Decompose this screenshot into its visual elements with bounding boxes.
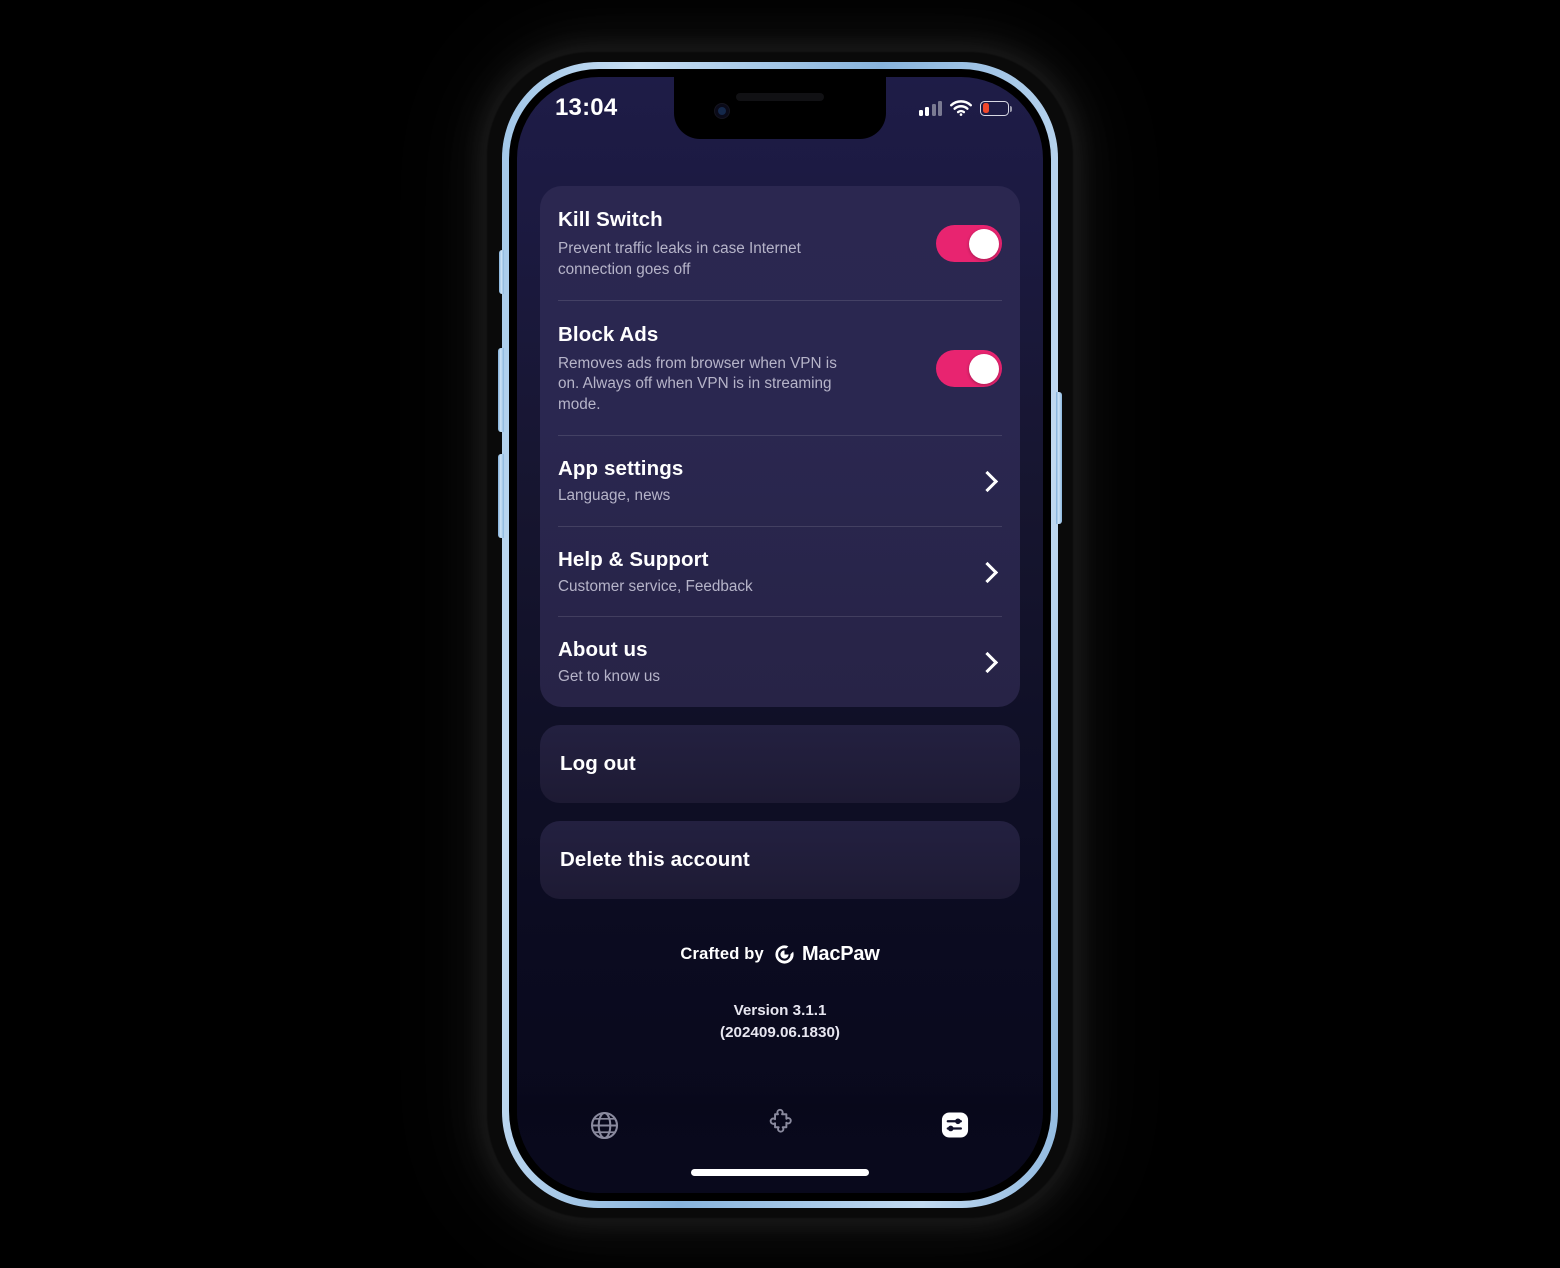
macpaw-brand: MacPaw bbox=[774, 943, 880, 966]
chevron-right-icon bbox=[976, 561, 999, 583]
crafted-by-macpaw: Crafted by MacPaw bbox=[540, 943, 1020, 966]
settings-row-help-support[interactable]: Help & Support Customer service, Feedbac… bbox=[558, 525, 1002, 617]
cellular-signal-icon bbox=[918, 100, 942, 116]
settings-card: Kill Switch Prevent traffic leaks in cas… bbox=[540, 186, 1020, 707]
settings-row-app-settings[interactable]: App settings Language, news bbox=[558, 435, 1002, 526]
chevron-right-icon bbox=[976, 652, 999, 674]
puzzle-icon bbox=[769, 1108, 792, 1133]
row-title: Block Ads bbox=[558, 322, 659, 346]
row-control bbox=[976, 652, 1002, 674]
row-subtitle: Language, news bbox=[558, 487, 671, 505]
sliders-icon bbox=[942, 1112, 969, 1138]
phone-screen: 13:04 Kill Switch Prevent traffic leaks … bbox=[517, 77, 1043, 1193]
macpaw-wordmark: MacPaw bbox=[801, 942, 880, 965]
version-number: Version 3.1.1 bbox=[733, 1001, 827, 1019]
front-camera bbox=[714, 103, 730, 119]
row-text: Help & Support Customer service, Feedbac… bbox=[558, 548, 980, 598]
app-version: Version 3.1.1 (202409.06.1830) bbox=[540, 1000, 1020, 1044]
settings-row-about-us[interactable]: About us Get to know us bbox=[558, 616, 1002, 707]
block-ads-toggle[interactable] bbox=[936, 350, 1002, 388]
tab-extensions[interactable] bbox=[692, 1099, 867, 1151]
volume-up-button[interactable] bbox=[498, 348, 504, 432]
status-bar-clock: 13:04 bbox=[555, 94, 618, 121]
delete-account-button[interactable]: Delete this account bbox=[540, 820, 1020, 899]
notch bbox=[674, 77, 886, 139]
row-text: Block Ads Removes ads from browser when … bbox=[558, 323, 936, 415]
row-subtitle: Customer service, Feedback bbox=[558, 577, 753, 595]
row-control bbox=[976, 561, 1002, 583]
settings-row-block-ads[interactable]: Block Ads Removes ads from browser when … bbox=[558, 299, 1002, 435]
row-control bbox=[936, 350, 1002, 388]
row-control bbox=[936, 225, 1002, 263]
version-build: (202409.06.1830) bbox=[720, 1023, 840, 1041]
earpiece-speaker bbox=[736, 93, 824, 101]
row-subtitle: Prevent traffic leaks in case Internet c… bbox=[558, 240, 801, 278]
row-text: About us Get to know us bbox=[558, 638, 980, 688]
status-bar-indicators bbox=[918, 100, 1012, 116]
chevron-right-icon bbox=[976, 471, 999, 493]
row-title: Help & Support bbox=[558, 547, 709, 571]
settings-row-kill-switch[interactable]: Kill Switch Prevent traffic leaks in cas… bbox=[558, 186, 1002, 300]
home-indicator[interactable] bbox=[691, 1169, 869, 1176]
delete-account-label: Delete this account bbox=[560, 847, 750, 871]
tab-settings[interactable] bbox=[868, 1099, 1043, 1151]
row-title: About us bbox=[558, 638, 648, 662]
phone-device: 13:04 Kill Switch Prevent traffic leaks … bbox=[498, 62, 1062, 1208]
tab-bar bbox=[517, 1081, 1043, 1193]
kill-switch-toggle[interactable] bbox=[936, 225, 1002, 263]
mute-switch-button[interactable] bbox=[499, 250, 504, 294]
globe-icon bbox=[591, 1111, 619, 1139]
row-control bbox=[976, 471, 1002, 493]
settings-screen: Kill Switch Prevent traffic leaks in cas… bbox=[517, 139, 1043, 1193]
row-text: Kill Switch Prevent traffic leaks in cas… bbox=[558, 208, 936, 280]
wifi-icon bbox=[950, 100, 972, 116]
volume-down-button[interactable] bbox=[498, 454, 504, 538]
row-title: App settings bbox=[558, 457, 684, 481]
row-title: Kill Switch bbox=[558, 208, 663, 231]
log-out-button[interactable]: Log out bbox=[540, 724, 1020, 803]
row-subtitle: Get to know us bbox=[558, 668, 661, 686]
macpaw-logo-icon bbox=[775, 945, 794, 964]
battery-low-icon bbox=[980, 100, 1012, 116]
row-text: App settings Language, news bbox=[558, 457, 980, 507]
crafted-by-label: Crafted by bbox=[680, 944, 764, 963]
row-subtitle: Removes ads from browser when VPN is on.… bbox=[558, 355, 837, 413]
power-button[interactable] bbox=[1056, 392, 1062, 524]
tab-locations[interactable] bbox=[517, 1099, 692, 1151]
log-out-label: Log out bbox=[560, 751, 636, 775]
